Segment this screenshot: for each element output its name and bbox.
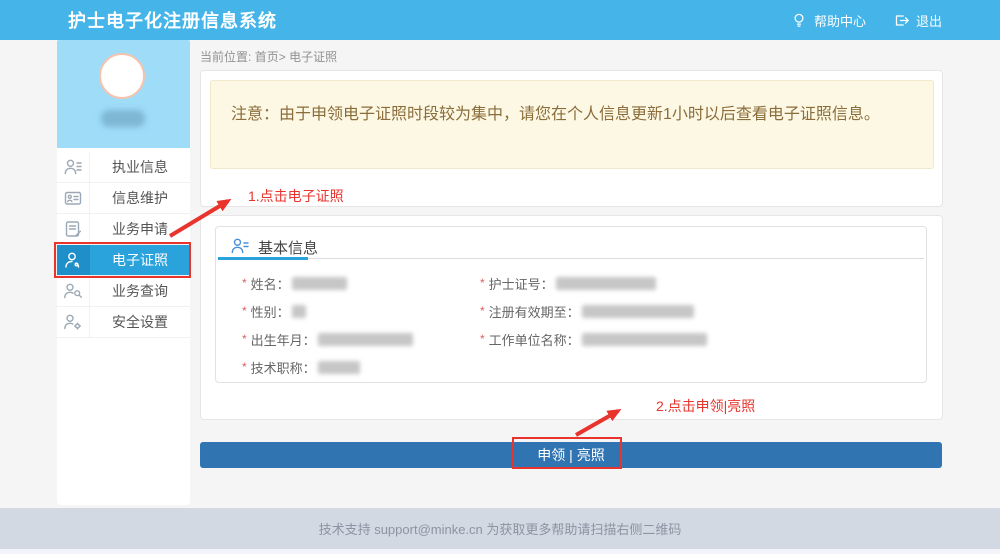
nurse-registration-page: 护士电子化注册信息系统 帮助中心 退出 执业信息: [0, 0, 1000, 554]
field-label: 护士证号：: [489, 274, 554, 293]
document-edit-icon: [57, 214, 90, 244]
apply-button-label: 申领 | 亮照: [537, 445, 604, 465]
field-value-redacted: [292, 305, 306, 318]
annotation-step2-text: 2.点击申领|亮照: [656, 396, 755, 416]
breadcrumb: 当前位置: 首页> 电子证照: [200, 48, 337, 65]
apply-show-certificate-button[interactable]: 申领 | 亮照: [200, 442, 942, 468]
basic-info-header: 基本信息: [218, 227, 924, 259]
sidebar-item-security-settings[interactable]: 安全设置: [57, 307, 190, 338]
sidebar-item-electronic-certificate[interactable]: 电子证照: [57, 245, 190, 276]
sidebar-item-label: 执业信息: [90, 152, 190, 182]
field-label: 姓名：: [251, 274, 290, 293]
basic-info-title: 基本信息: [258, 237, 318, 258]
footer-text: 技术支持 support@minke.cn 为获取更多帮助请扫描右侧二维码: [319, 519, 682, 538]
required-mark: *: [242, 276, 247, 290]
sidebar-item-business-apply[interactable]: 业务申请: [57, 214, 190, 245]
sidebar-menu: 执业信息 信息维护 业务申请 电子证照 业务查询: [57, 148, 190, 505]
app-title: 护士电子化注册信息系统: [68, 7, 277, 33]
app-header: 护士电子化注册信息系统 帮助中心 退出: [0, 0, 1000, 40]
required-mark: *: [242, 304, 247, 318]
person-gear-icon: [57, 307, 90, 337]
help-center-label: 帮助中心: [814, 11, 866, 30]
avatar: [99, 53, 145, 99]
breadcrumb-current: 电子证照: [289, 50, 337, 64]
profile-box: [57, 40, 190, 148]
sidebar-item-label: 电子证照: [90, 245, 190, 275]
required-mark: *: [480, 304, 485, 318]
field-value-redacted: [582, 333, 707, 346]
field-value-redacted: [582, 305, 694, 318]
field-label: 注册有效期至：: [489, 302, 580, 321]
sidebar-item-label: 业务查询: [90, 276, 190, 306]
sidebar-item-practice-info[interactable]: 执业信息: [57, 152, 190, 183]
required-mark: *: [480, 332, 485, 346]
field-value-redacted: [292, 277, 347, 290]
basic-info-fields: * 姓名： * 护士证号： * 性别： * 注册有效期至：: [216, 259, 926, 381]
person-search-icon: [57, 276, 90, 306]
field-name: * 姓名：: [242, 274, 480, 293]
field-value-redacted: [318, 361, 360, 374]
user-name-redacted: [101, 110, 145, 127]
required-mark: *: [242, 332, 247, 346]
notice-message: 注意：由于申领电子证照时段较为集中，请您在个人信息更新1小时以后查看电子证照信息…: [210, 80, 934, 169]
breadcrumb-home[interactable]: 首页: [255, 50, 279, 64]
annotation-step1-text: 1.点击电子证照: [248, 186, 344, 206]
field-label: 工作单位名称：: [489, 330, 580, 349]
sidebar-item-info-maintenance[interactable]: 信息维护: [57, 183, 190, 214]
person-lines-icon: [57, 152, 90, 182]
sidebar-item-label: 业务申请: [90, 214, 190, 244]
footer-bottom-strip: [0, 549, 1000, 554]
field-gender: * 性别：: [242, 302, 480, 321]
id-card-icon: [57, 183, 90, 213]
field-technical-title: * 技术职称：: [242, 358, 480, 377]
field-value-redacted: [318, 333, 413, 346]
logout-icon: [892, 11, 910, 29]
help-center-link[interactable]: 帮助中心: [790, 11, 866, 30]
breadcrumb-prefix: 当前位置:: [200, 50, 251, 64]
field-value-redacted: [556, 277, 656, 290]
field-label: 技术职称：: [251, 358, 316, 377]
header-actions: 帮助中心 退出: [790, 0, 942, 40]
sidebar-item-business-query[interactable]: 业务查询: [57, 276, 190, 307]
logout-label: 退出: [916, 11, 942, 30]
sidebar-item-label: 信息维护: [90, 183, 190, 213]
basic-info-card: 基本信息 * 姓名： * 护士证号： * 性别：: [215, 226, 927, 383]
logout-link[interactable]: 退出: [892, 11, 942, 30]
page-footer: 技术支持 support@minke.cn 为获取更多帮助请扫描右侧二维码: [0, 508, 1000, 549]
field-work-unit: * 工作单位名称：: [480, 330, 926, 349]
sidebar-item-label: 安全设置: [90, 307, 190, 337]
field-label: 出生年月：: [251, 330, 316, 349]
required-mark: *: [480, 276, 485, 290]
lightbulb-icon: [790, 11, 808, 29]
field-label: 性别：: [251, 302, 290, 321]
title-underline: [218, 257, 308, 260]
breadcrumb-separator: >: [279, 50, 286, 64]
basic-info-panel: 基本信息 * 姓名： * 护士证号： * 性别：: [200, 215, 943, 420]
field-nurse-cert-no: * 护士证号：: [480, 274, 926, 293]
person-badge-icon: [57, 245, 90, 275]
field-registration-valid-until: * 注册有效期至：: [480, 302, 926, 321]
field-birth-date: * 出生年月：: [242, 330, 480, 349]
required-mark: *: [242, 360, 247, 374]
